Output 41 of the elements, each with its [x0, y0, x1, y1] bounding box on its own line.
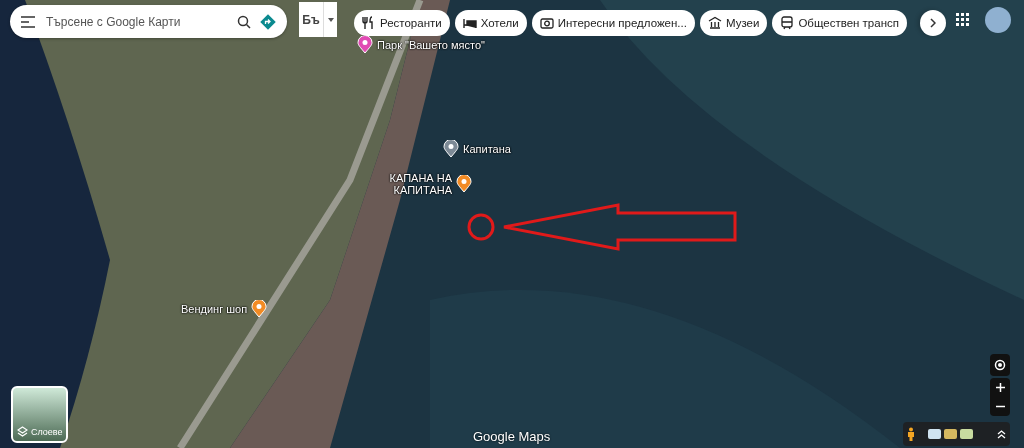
apps-grid-icon[interactable]: [956, 13, 969, 26]
google-maps-logo: Google Maps: [473, 429, 551, 444]
place-label[interactable]: Парк "Вашето място": [377, 39, 485, 51]
map-thumbnail[interactable]: [944, 429, 957, 439]
chevron-up-icon: [997, 429, 1006, 439]
place-label[interactable]: КАПАНА НА КАПИТАНА: [380, 172, 452, 196]
place-label[interactable]: Вендинг шоп: [181, 303, 248, 315]
map-pin-icon[interactable]: [357, 36, 373, 54]
bed-icon: [462, 16, 477, 30]
zoom-in-button[interactable]: [990, 378, 1010, 397]
plus-icon: [995, 383, 1005, 392]
place-label[interactable]: Капитана: [463, 143, 511, 155]
category-chip[interactable]: Интересни предложен...: [531, 10, 695, 36]
dropdown-button[interactable]: [323, 2, 337, 37]
map-pin-icon[interactable]: [443, 140, 459, 158]
caret-icon: [327, 17, 334, 22]
menu-icon[interactable]: [20, 15, 36, 28]
museum-icon: [707, 16, 722, 30]
map-thumbnail[interactable]: [960, 429, 973, 439]
map-pin-icon[interactable]: [251, 300, 268, 318]
fork-knife-icon: [362, 16, 376, 30]
search-field[interactable]: Търсене с Google Карти: [44, 13, 229, 30]
layers-icon: [17, 426, 28, 437]
category-chip[interactable]: Хотели: [454, 10, 527, 36]
minus-icon: [995, 405, 1005, 408]
category-chip[interactable]: Музеи: [699, 10, 768, 36]
layers-button[interactable]: Слоеве: [11, 386, 68, 443]
expand-button[interactable]: [997, 429, 1006, 439]
person-icon[interactable]: [907, 427, 915, 441]
zoom-out-button[interactable]: [990, 397, 1010, 416]
category-chip[interactable]: Обществен трансп: [772, 10, 907, 36]
chevron-right-icon: [930, 18, 936, 28]
map-pin-icon[interactable]: [456, 175, 472, 193]
search-bar[interactable]: Търсене с Google Карти: [10, 5, 287, 38]
search-icon[interactable]: [237, 14, 251, 29]
my-location-button[interactable]: [990, 354, 1010, 376]
category-chip[interactable]: Ресторанти: [354, 10, 450, 36]
camera-icon: [539, 16, 554, 30]
map-thumbnail[interactable]: [928, 429, 941, 439]
bus-icon: [780, 16, 795, 30]
target-icon: [993, 358, 1007, 372]
